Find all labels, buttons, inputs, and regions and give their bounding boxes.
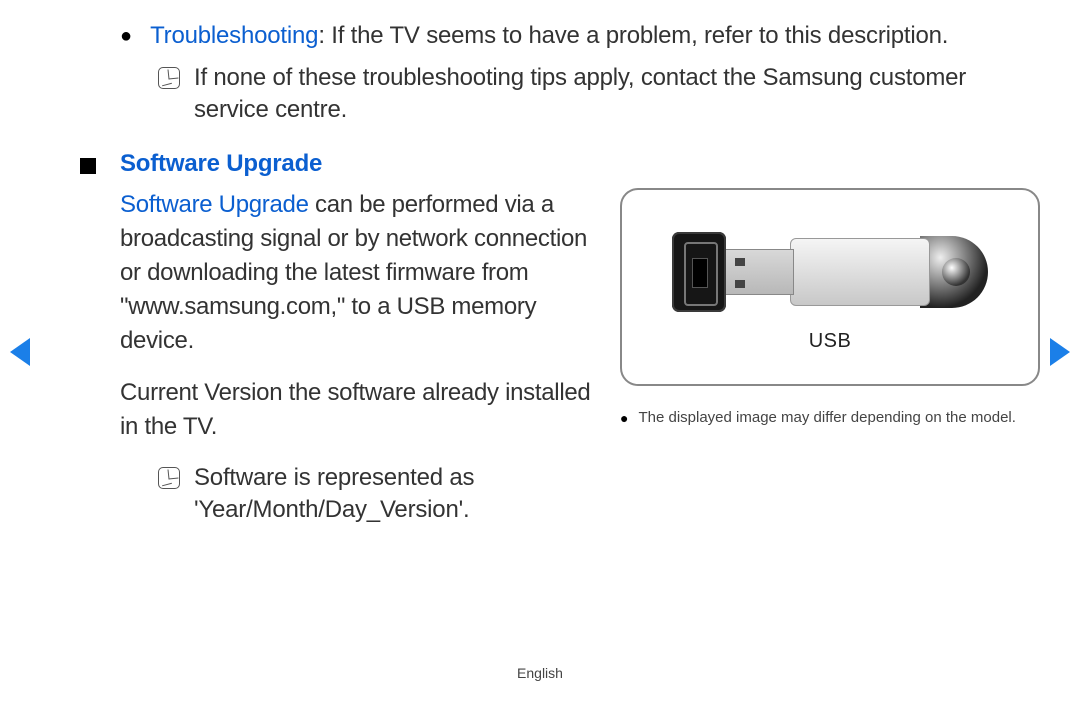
troubleshooting-desc: : If the TV seems to have a problem, ref… — [318, 22, 948, 49]
software-upgrade-lead-bold: Software Upgrade — [120, 191, 309, 218]
content-row: Software Upgrade can be performed via a … — [120, 188, 1020, 526]
troubleshooting-note: If none of these troubleshooting tips ap… — [158, 62, 1020, 126]
usb-drive-illustration — [672, 232, 988, 312]
note-icon — [158, 67, 180, 89]
current-version-text: Current Version the software already ins… — [120, 376, 596, 444]
usb-body-icon — [790, 238, 930, 306]
troubleshooting-bullet: ● Troubleshooting: If the TV seems to ha… — [120, 20, 1020, 52]
usb-cap-icon — [920, 236, 988, 308]
usb-label: USB — [809, 330, 852, 353]
left-column: Software Upgrade can be performed via a … — [120, 188, 596, 526]
section-square-icon — [80, 158, 96, 174]
usb-caption-text: The displayed image may differ depending… — [638, 408, 1015, 428]
troubleshooting-note-text: If none of these troubleshooting tips ap… — [194, 62, 1020, 126]
software-format-note-text: Software is represented as 'Year/Month/D… — [194, 462, 596, 526]
troubleshooting-text: Troubleshooting: If the TV seems to have… — [150, 20, 948, 52]
software-format-note: Software is represented as 'Year/Month/D… — [158, 462, 596, 526]
usb-port-icon — [672, 232, 726, 312]
software-upgrade-section: Software Upgrade — [80, 150, 1020, 178]
bullet-dot-icon: ● — [120, 20, 132, 52]
software-upgrade-heading: Software Upgrade — [120, 150, 322, 178]
caption-bullet-icon: ● — [620, 410, 628, 426]
troubleshooting-label: Troubleshooting — [150, 22, 318, 49]
page-footer-language: English — [0, 665, 1080, 681]
manual-page: ● Troubleshooting: If the TV seems to ha… — [0, 0, 1080, 705]
usb-illustration-box: USB — [620, 188, 1040, 386]
right-column: USB ● The displayed image may differ dep… — [620, 188, 1020, 526]
software-upgrade-lead: Software Upgrade can be performed via a … — [120, 188, 596, 358]
note-icon — [158, 467, 180, 489]
usb-caption: ● The displayed image may differ dependi… — [620, 408, 1020, 428]
usb-plug-icon — [724, 249, 794, 295]
